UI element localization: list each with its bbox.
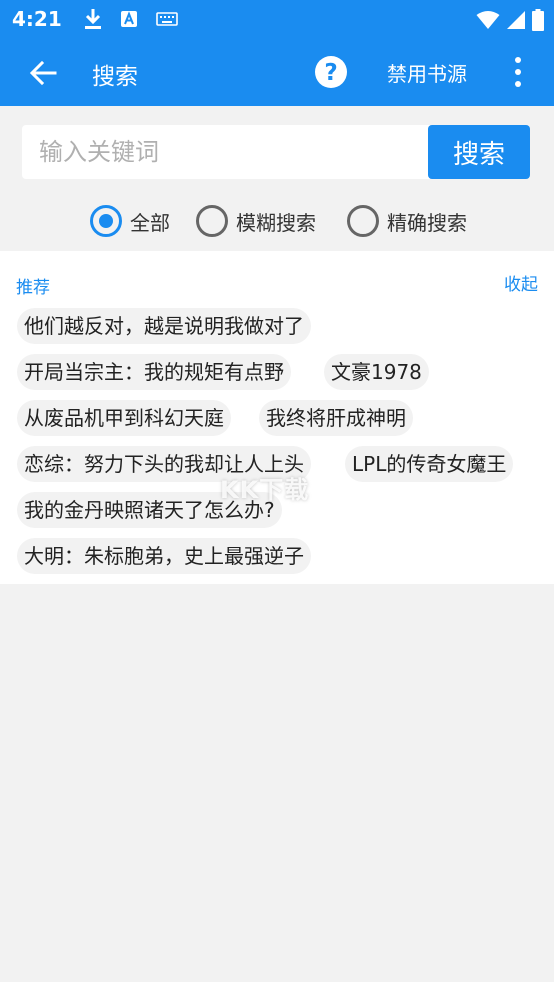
status-time: 4:21 (12, 7, 62, 31)
battery-icon (532, 9, 544, 31)
radio-exact[interactable]: 精确搜索 (347, 205, 467, 237)
disable-source-button[interactable]: 禁用书源 (387, 58, 467, 87)
search-button[interactable]: 搜索 (428, 125, 530, 179)
radio-label: 模糊搜索 (236, 210, 316, 235)
recommend-chip[interactable]: 开局当宗主：我的规矩有点野 (17, 354, 291, 390)
radio-unchecked-icon (196, 205, 228, 237)
help-icon[interactable]: ? (314, 55, 348, 89)
recommend-panel: 推荐 收起 他们越反对，越是说明我做对了 开局当宗主：我的规矩有点野 文豪197… (0, 251, 554, 584)
watermark: KK下载 (220, 470, 309, 505)
app-bar: 搜索 ? 禁用书源 (0, 38, 554, 106)
radio-unchecked-icon (347, 205, 379, 237)
radio-fuzzy[interactable]: 模糊搜索 (196, 205, 316, 237)
search-mode-group: 全部 模糊搜索 精确搜索 (0, 205, 554, 239)
collapse-button[interactable]: 收起 (504, 270, 538, 295)
recommend-chip[interactable]: 他们越反对，越是说明我做对了 (17, 308, 311, 344)
signal-icon (507, 11, 525, 29)
keyboard-icon (155, 12, 178, 26)
search-area: 搜索 全部 模糊搜索 精确搜索 (0, 106, 554, 251)
radio-label: 精确搜索 (387, 210, 467, 235)
back-arrow-icon[interactable] (28, 58, 58, 88)
recommend-chip[interactable]: 我终将肝成神明 (259, 400, 413, 436)
more-vert-icon[interactable] (510, 56, 526, 88)
recommend-chip[interactable]: LPL的传奇女魔王 (345, 446, 514, 482)
search-input[interactable] (22, 125, 430, 179)
svg-text:?: ? (324, 60, 337, 86)
wifi-icon (476, 11, 500, 29)
font-a-icon (120, 11, 137, 27)
recommend-title: 推荐 (16, 278, 50, 298)
page-title: 搜索 (92, 64, 138, 90)
watermark-text: KK下载 (220, 476, 310, 504)
recommend-chip[interactable]: 从废品机甲到科幻天庭 (17, 400, 231, 436)
radio-checked-icon (90, 205, 122, 237)
recommend-chip[interactable]: 文豪1978 (324, 354, 429, 390)
status-bar: 4:21 (0, 0, 554, 38)
radio-label: 全部 (130, 210, 170, 235)
download-icon (84, 9, 101, 29)
radio-all[interactable]: 全部 (90, 205, 170, 237)
recommend-chip[interactable]: 大明：朱标胞弟，史上最强逆子 (17, 538, 311, 574)
